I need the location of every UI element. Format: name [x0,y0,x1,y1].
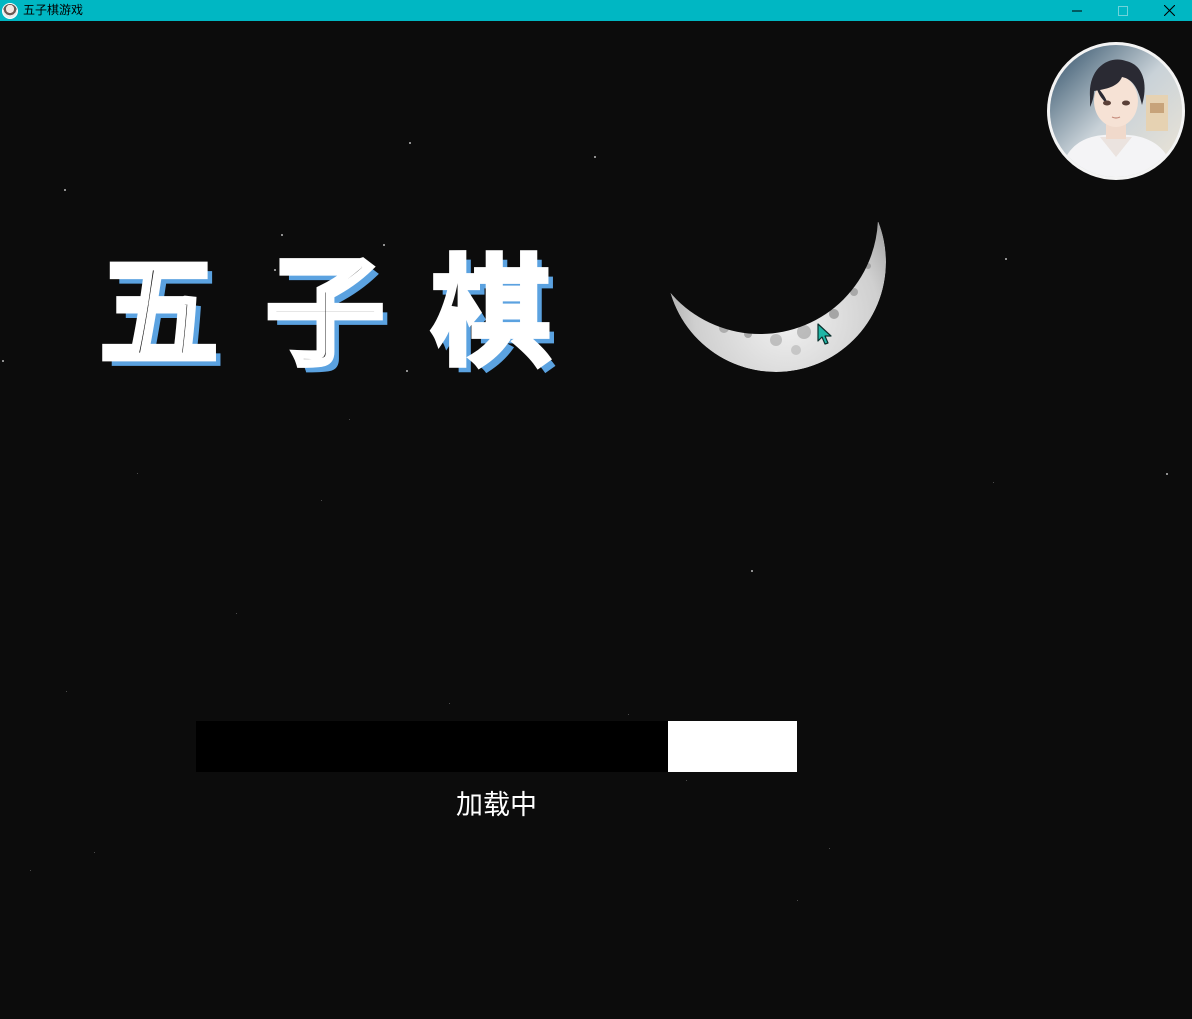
window-controls [1054,0,1192,21]
star [829,848,830,849]
game-logo: 五子棋 [97,238,600,388]
star [94,852,95,853]
star [409,142,411,144]
close-icon [1163,5,1175,16]
loading-progress-bar [196,721,797,772]
app-window: 五子棋游戏 五子棋 加载中 [0,0,1192,1019]
star [349,419,350,420]
window-title: 五子棋游戏 [23,3,84,17]
star [281,234,283,236]
avatar-portrait-icon [1050,45,1182,177]
maximize-button[interactable] [1100,0,1146,21]
user-avatar[interactable] [1047,42,1185,180]
star [797,900,798,901]
star [751,570,753,572]
star [236,613,237,614]
maximize-icon [1118,5,1128,16]
logo-title: 五子棋 [97,241,599,385]
star [30,870,31,871]
star [993,482,994,483]
star [594,156,596,158]
loading-label: 加载中 [456,790,537,821]
star [321,500,322,501]
star [686,780,687,781]
app-icon [2,2,18,19]
star [66,691,67,692]
star [449,703,450,704]
title-bar[interactable]: 五子棋游戏 [0,0,1192,21]
star [1166,473,1168,475]
progress-fill [196,721,669,772]
star [1005,258,1007,260]
mouse-pointer-icon [817,323,832,345]
star [628,714,629,715]
star [64,189,66,191]
close-button[interactable] [1146,0,1192,21]
star [2,360,4,362]
crescent-moon-icon [666,222,886,372]
star [137,473,138,474]
minimize-icon [1072,10,1082,11]
minimize-button[interactable] [1054,0,1100,21]
